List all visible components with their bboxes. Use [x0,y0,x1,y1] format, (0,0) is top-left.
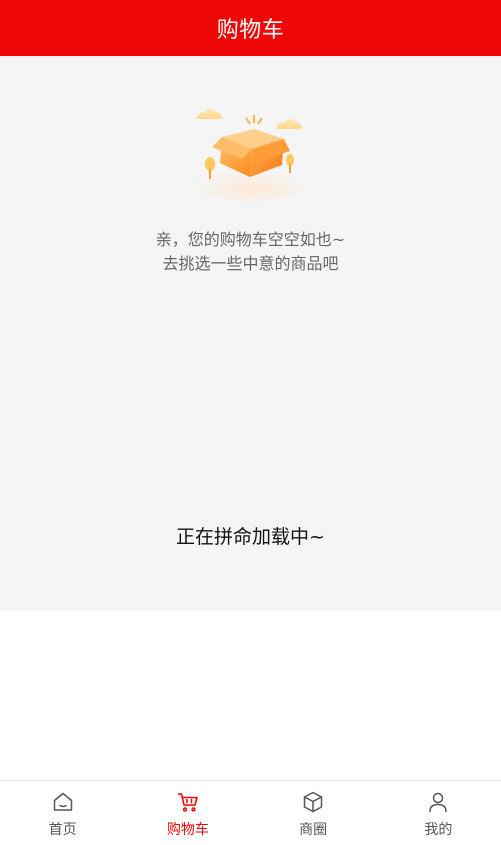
empty-cart-message: 亲，您的购物车空空如也~ [155,230,346,249]
user-icon [429,792,448,813]
loading-text: 正在拼命加载中~ [176,526,325,548]
tab-home-label: 首页 [48,822,77,838]
cart-icon [177,793,198,812]
tab-home[interactable]: 首页 [0,781,125,845]
tab-cart[interactable]: 购物车 [125,781,250,845]
cart-content: 亲，您的购物车空空如也~ 去挑选一些中意的商品吧 正在拼命加载中~ [0,56,501,610]
page-header: 购物车 [0,0,501,56]
bottom-tabbar: 首页 购物车 商圈 我的 [0,780,501,845]
empty-cart-hint: 去挑选一些中意的商品吧 [162,254,339,273]
tab-profile[interactable]: 我的 [376,781,501,845]
tab-business-circle-label: 商圈 [299,822,328,838]
tab-profile-label: 我的 [424,822,453,838]
empty-cart-box-illustration [192,109,312,201]
page-title: 购物车 [216,18,285,43]
box-icon [303,791,323,813]
tab-business-circle[interactable]: 商圈 [251,781,376,845]
home-icon [53,792,72,811]
tab-cart-label: 购物车 [166,822,209,838]
